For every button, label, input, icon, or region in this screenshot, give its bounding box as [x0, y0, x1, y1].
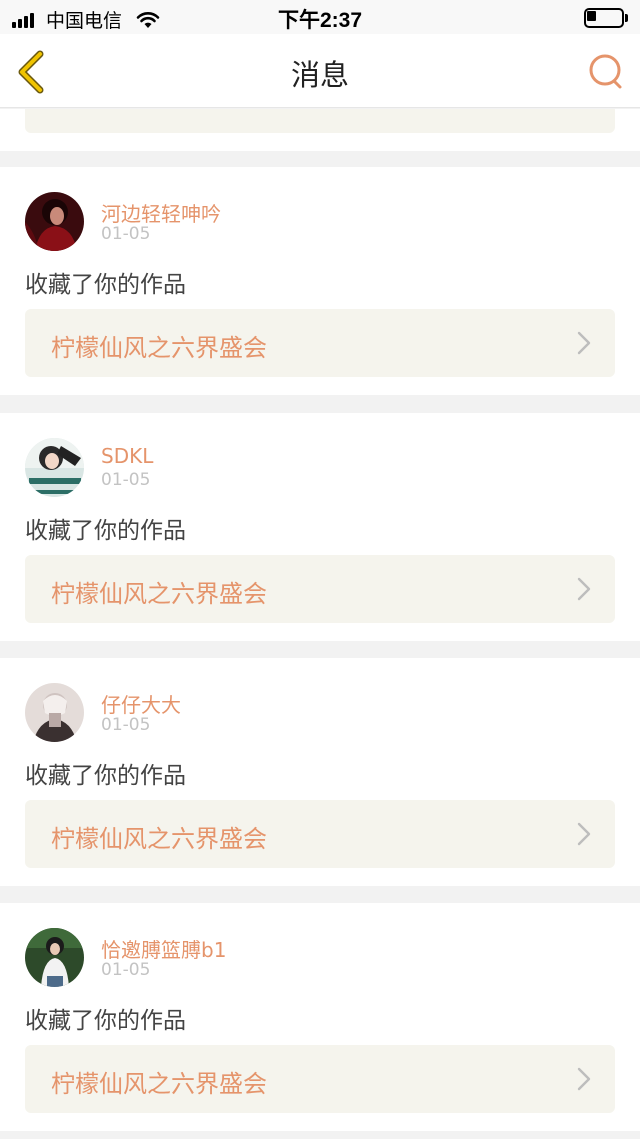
avatar[interactable]: [25, 683, 84, 742]
message-card: SDKL 01-05 收藏了你的作品 柠檬仙风之六界盛会: [0, 413, 640, 641]
message-card-partial: [0, 109, 640, 151]
message-date: 01-05: [101, 715, 151, 735]
action-text: 收藏了你的作品: [25, 518, 186, 544]
avatar[interactable]: [25, 928, 84, 987]
work-link[interactable]: 柠檬仙风之六界盛会: [25, 1045, 615, 1113]
username[interactable]: 河边轻轻呻吟: [101, 198, 221, 227]
battery-icon: [584, 8, 628, 28]
avatar[interactable]: [25, 438, 84, 497]
username[interactable]: 仔仔大大: [101, 689, 181, 718]
username[interactable]: 恰邀膊篮膊b1: [101, 934, 226, 963]
message-date: 01-05: [101, 224, 151, 244]
chevron-right-icon: [577, 1067, 591, 1091]
work-link-partial[interactable]: [25, 109, 615, 133]
work-link[interactable]: 柠檬仙风之六界盛会: [25, 309, 615, 377]
action-text: 收藏了你的作品: [25, 272, 186, 298]
status-bar: 中国电信 下午2:37: [0, 0, 640, 34]
message-card: 仔仔大大 01-05 收藏了你的作品 柠檬仙风之六界盛会: [0, 658, 640, 886]
search-button[interactable]: [586, 52, 626, 92]
work-link[interactable]: 柠檬仙风之六界盛会: [25, 800, 615, 868]
work-title: 柠檬仙风之六界盛会: [51, 580, 267, 608]
chevron-right-icon: [577, 822, 591, 846]
work-title: 柠檬仙风之六界盛会: [51, 334, 267, 362]
message-card: 恰邀膊篮膊b1 01-05 收藏了你的作品 柠檬仙风之六界盛会: [0, 903, 640, 1131]
action-text: 收藏了你的作品: [25, 763, 186, 789]
status-time: 下午2:37: [277, 9, 363, 32]
work-link[interactable]: 柠檬仙风之六界盛会: [25, 555, 615, 623]
action-text: 收藏了你的作品: [25, 1008, 186, 1034]
message-date: 01-05: [101, 470, 151, 490]
message-date: 01-05: [101, 960, 151, 980]
username[interactable]: SDKL: [101, 444, 153, 468]
chevron-right-icon: [577, 577, 591, 601]
chevron-right-icon: [577, 331, 591, 355]
work-title: 柠檬仙风之六界盛会: [51, 825, 267, 853]
message-card: 河边轻轻呻吟 01-05 收藏了你的作品 柠檬仙风之六界盛会: [0, 167, 640, 395]
avatar[interactable]: [25, 192, 84, 251]
search-icon: [589, 54, 622, 89]
page-title: 消息: [290, 58, 349, 92]
nav-bar: 消息: [0, 34, 640, 108]
message-list: 河边轻轻呻吟 01-05 收藏了你的作品 柠檬仙风之六界盛会 SDKL 01-0…: [0, 109, 640, 1139]
work-title: 柠檬仙风之六界盛会: [51, 1070, 267, 1098]
